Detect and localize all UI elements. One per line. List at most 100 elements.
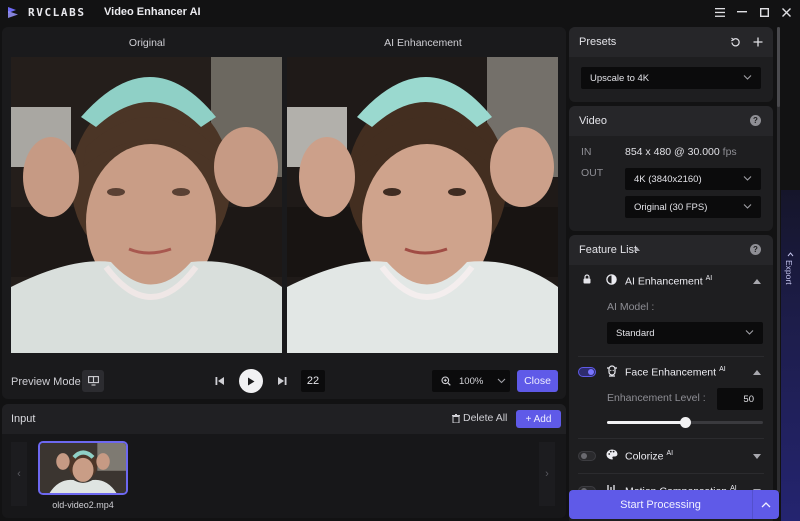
preset-select[interactable]: Upscale to 4K (581, 67, 761, 89)
presets-card: Presets Upscale to 4K (569, 27, 773, 102)
scroll-left-button[interactable]: ‹ (11, 442, 27, 506)
face-enhancement-toggle[interactable] (578, 367, 596, 377)
minimize-icon[interactable] (734, 3, 750, 21)
file-name: old-video2.mp4 (52, 500, 114, 510)
feature-name: AI Enhancement AI (625, 275, 713, 288)
preview-controls: Preview Mode 22 100% Close (2, 365, 566, 397)
help-icon[interactable]: ? (750, 115, 761, 126)
collapse-icon[interactable] (634, 247, 640, 251)
input-panel: Input Delete All + Add ‹ old-video2.mp4 … (2, 404, 566, 518)
close-icon[interactable] (778, 3, 794, 21)
original-label: Original (128, 37, 166, 49)
palette-icon (606, 449, 618, 460)
output-framerate-value: Original (30 FPS) (634, 201, 708, 213)
ai-model-label: AI Model : (607, 301, 655, 313)
enhancement-level-label: Enhancement Level : (607, 392, 706, 404)
output-framerate-select[interactable]: Original (30 FPS) (625, 196, 761, 218)
feature-colorize: Colorize AI (569, 439, 773, 473)
chevron-down-icon (743, 75, 752, 80)
slider-fill (607, 421, 685, 424)
chevron-down-icon (497, 378, 506, 384)
trash-icon (452, 413, 460, 423)
feature-face-enhancement: Face Enhancement AI Enhancement Level : 5… (569, 357, 773, 439)
add-preset-button[interactable] (749, 33, 767, 51)
play-button[interactable] (239, 369, 263, 393)
menu-icon[interactable] (712, 3, 728, 21)
preview-mode-label: Preview Mode (11, 376, 81, 388)
video-card: Video ? IN OUT 854 x 480 @ 30.000 fps 4K… (569, 106, 773, 231)
chevron-up-icon (761, 501, 771, 507)
start-processing-button[interactable]: Start Processing (569, 490, 779, 519)
video-title: Video (579, 115, 607, 127)
reset-preset-button[interactable] (726, 33, 744, 51)
app-title: Video Enhancer AI (104, 6, 201, 18)
collapse-icon[interactable] (753, 279, 761, 284)
brand-name: RVCLABS (28, 6, 86, 19)
enhancement-level-value: 50 (743, 393, 754, 405)
maximize-icon[interactable] (756, 3, 772, 21)
chevron-up-icon (787, 252, 794, 257)
collapse-icon[interactable] (753, 370, 761, 375)
help-icon[interactable]: ? (750, 244, 761, 255)
feature-ai-enhancement: AI Enhancement AI AI Model : Standard (569, 265, 773, 357)
delete-all-button[interactable]: Delete All (452, 412, 507, 424)
plus-icon (753, 37, 763, 47)
export-label: Export (784, 260, 794, 285)
fps-unit: fps (722, 146, 737, 158)
presets-title: Presets (579, 36, 617, 48)
close-preview-button[interactable]: Close (517, 370, 558, 392)
delete-all-label: Delete All (463, 412, 508, 424)
zoom-select[interactable]: 100% (432, 370, 510, 392)
feature-name: Colorize AI (625, 450, 674, 463)
in-label: IN (581, 146, 592, 158)
add-button[interactable]: + Add (516, 410, 561, 428)
enhancement-level-input[interactable]: 50 (717, 388, 763, 410)
enhancement-level-slider[interactable] (607, 417, 763, 428)
input-resolution: 854 x 480 @ 30.000 fps (625, 146, 737, 158)
preset-value: Upscale to 4K (590, 72, 650, 84)
start-processing-label: Start Processing (569, 490, 753, 519)
preview-panel: Original AI Enhancement Preview Mode 22 … (2, 27, 566, 399)
app-window: RVCLABS Video Enhancer AI Original AI En… (0, 0, 800, 521)
previous-frame-icon[interactable] (214, 375, 226, 387)
chevron-down-icon (745, 330, 754, 335)
next-frame-icon[interactable] (276, 375, 288, 387)
feature-list-card: Feature List ? AI Enhancement AI AI Model… (569, 235, 773, 521)
ai-enhancement-label: AI Enhancement (384, 37, 462, 49)
expand-icon[interactable] (753, 454, 761, 459)
colorize-toggle[interactable] (578, 451, 596, 461)
zoom-level: 100% (459, 375, 484, 387)
file-thumbnail[interactable] (38, 441, 128, 495)
chevron-down-icon (743, 176, 752, 181)
preview-mode-button[interactable] (82, 370, 104, 392)
feature-list-header[interactable]: Feature List ? (569, 235, 773, 265)
settings-panel: Presets Upscale to 4K Video ? IN OUT 854… (569, 27, 773, 521)
start-options-button[interactable] (753, 490, 779, 519)
ai-model-select[interactable]: Standard (607, 322, 763, 344)
presets-header: Presets (569, 27, 773, 57)
feature-name: Face Enhancement AI (625, 366, 726, 379)
rvclabs-logo-icon (8, 7, 18, 18)
input-header: Input Delete All + Add (2, 404, 566, 434)
scroll-right-button[interactable]: › (539, 442, 555, 506)
window-controls (712, 3, 794, 21)
lock-icon (583, 274, 591, 284)
feature-list-title: Feature List (579, 244, 638, 256)
zoom-icon (441, 376, 451, 386)
title-bar: RVCLABS Video Enhancer AI (0, 0, 800, 26)
ai-model-value: Standard (616, 327, 655, 339)
play-icon (248, 377, 255, 385)
chevron-down-icon (743, 204, 752, 209)
frame-number[interactable]: 22 (301, 370, 325, 392)
export-panel-tab[interactable]: Export (781, 190, 800, 521)
output-resolution-select[interactable]: 4K (3840x2160) (625, 168, 761, 190)
out-label: OUT (581, 167, 604, 179)
original-preview-image (11, 57, 282, 353)
slider-thumb[interactable] (680, 417, 691, 428)
split-screen-icon (87, 376, 99, 386)
contrast-icon (606, 274, 617, 285)
input-resolution-value: 854 x 480 @ 30.000 (625, 146, 720, 158)
face-icon (607, 365, 617, 377)
settings-scrollbar-thumb[interactable] (777, 27, 780, 107)
refresh-icon (730, 37, 740, 46)
